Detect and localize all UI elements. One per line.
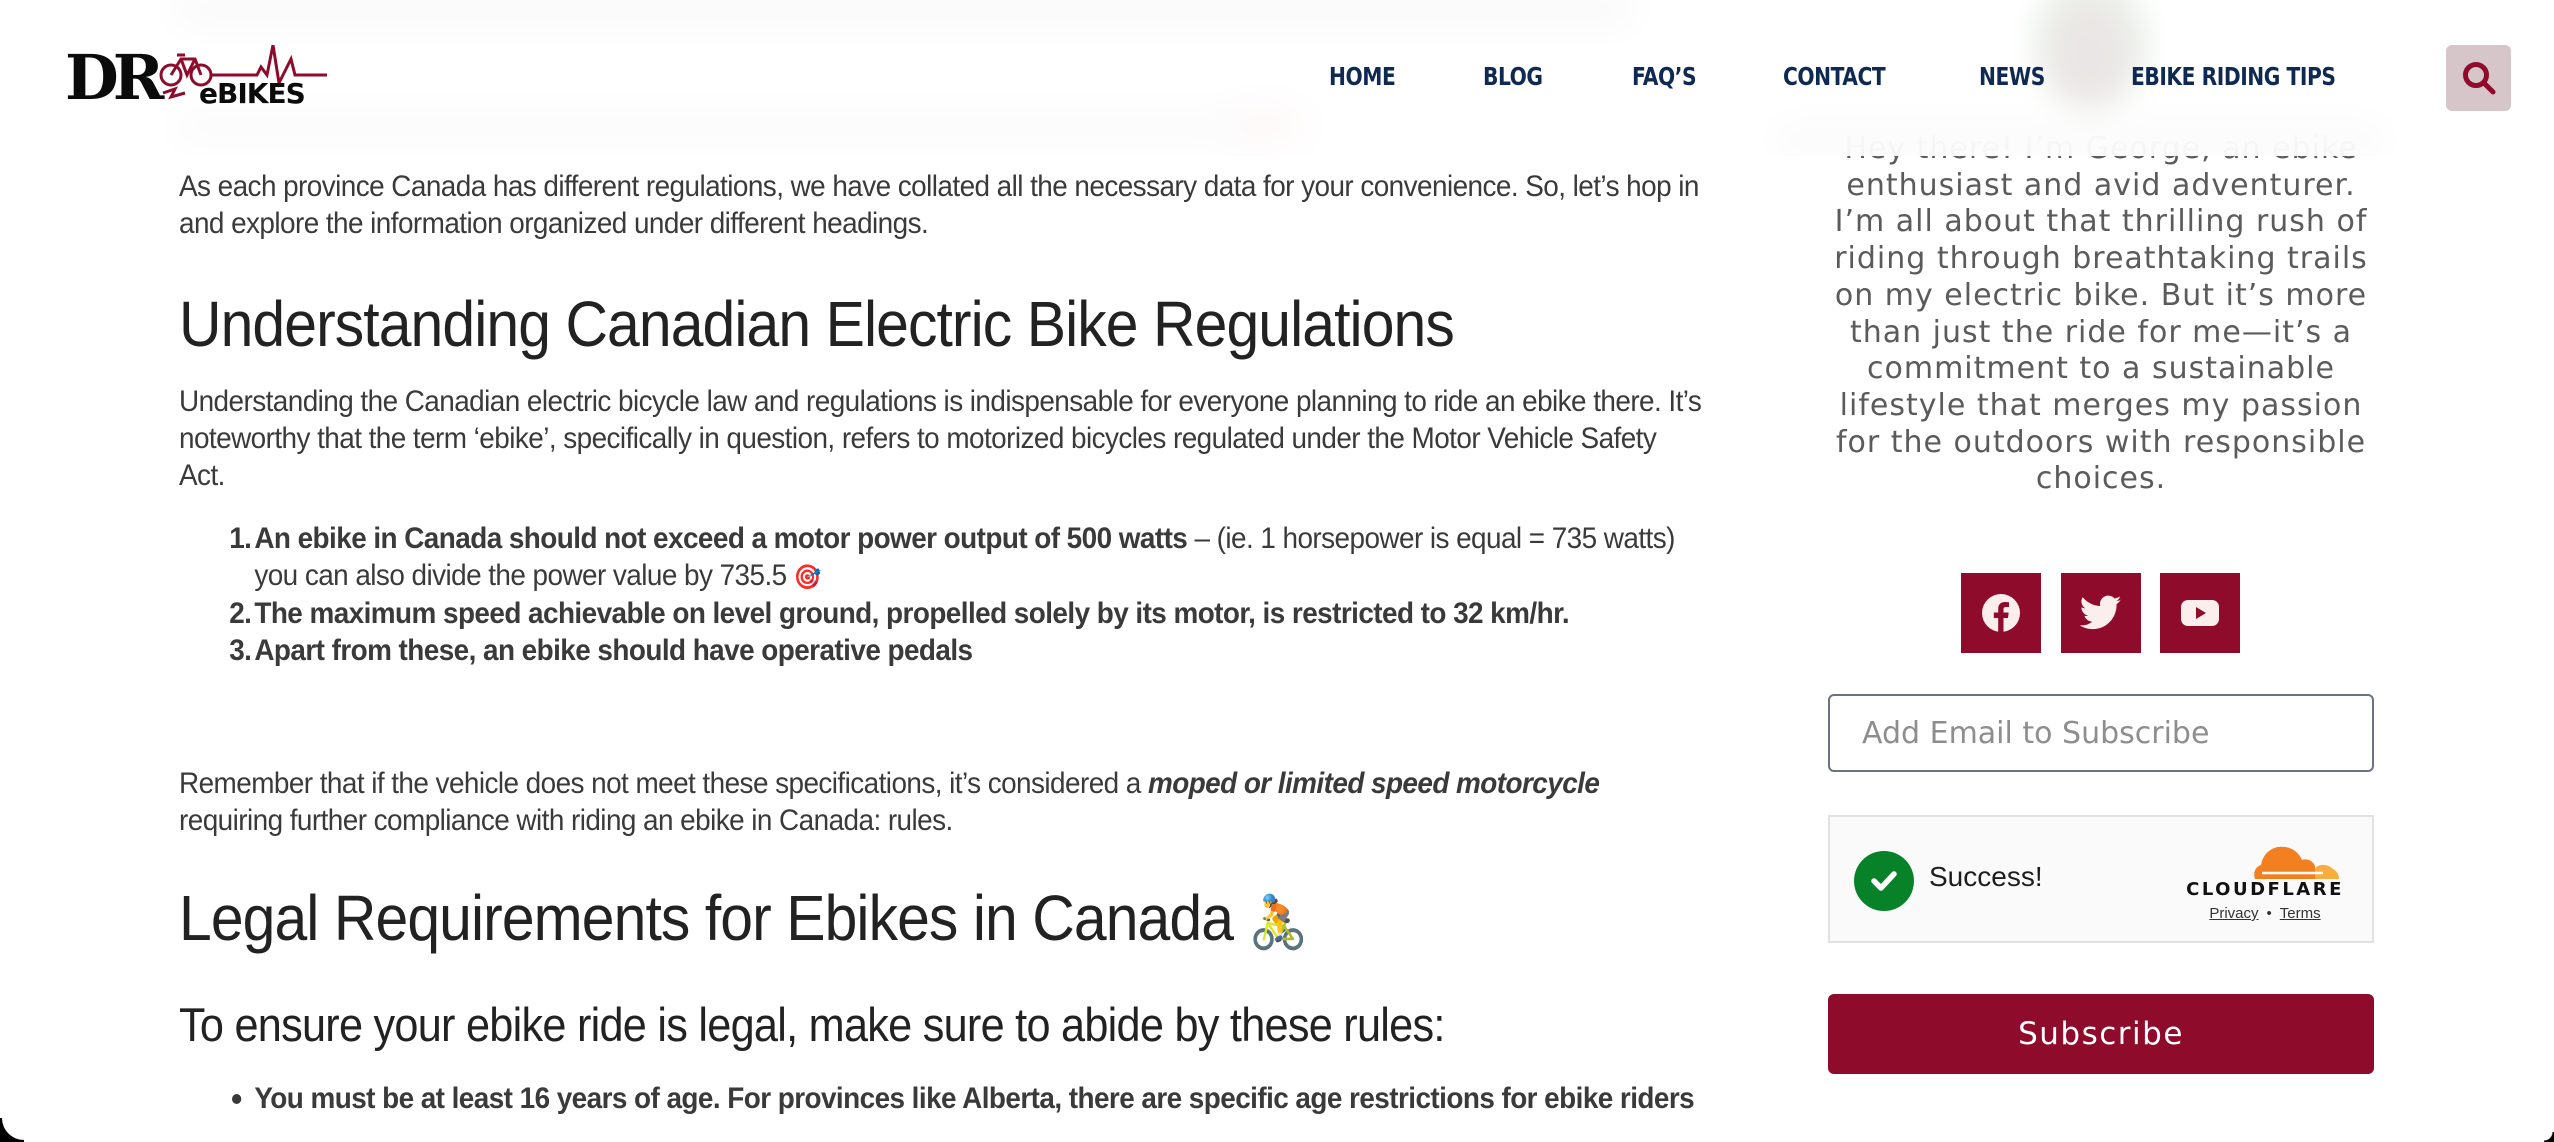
cloudflare-cloud-icon (2254, 846, 2339, 879)
facebook-icon (1982, 594, 2020, 632)
bullet-icon (232, 1094, 242, 1104)
site-logo[interactable]: DR eBIKES (65, 41, 327, 114)
section-heading-regulations: Understanding Canadian Electric Bike Reg… (179, 288, 1455, 360)
regulations-list: 1. An ebike in Canada should not exceed a… (179, 521, 1704, 669)
twitter-button[interactable] (2061, 573, 2141, 653)
youtube-icon (2181, 600, 2219, 626)
nav-contact[interactable]: CONTACT (1783, 60, 1886, 94)
email-subscribe-input[interactable] (1828, 694, 2374, 772)
privacy-link[interactable]: Privacy (2209, 905, 2258, 922)
nav-home[interactable]: HOME (1329, 60, 1396, 94)
logo-ebikes-text: eBIKES (199, 77, 306, 110)
remember-text-end: requiring further compliance with riding… (179, 804, 953, 837)
separator: • (2266, 905, 2272, 922)
nav-blog[interactable]: BLOG (1483, 60, 1543, 94)
logo-dr-text: DR (65, 41, 164, 114)
list-item-text: You must be at least 16 years of age. Fo… (254, 1082, 1695, 1115)
list-number: 1. (229, 522, 252, 555)
nav-faqs[interactable]: FAQ’S (1632, 60, 1697, 94)
youtube-button[interactable] (2160, 573, 2240, 653)
facebook-button[interactable] (1961, 573, 2041, 653)
list-number: 2. (229, 597, 252, 630)
nav-news[interactable]: NEWS (1979, 60, 2045, 94)
list-number: 3. (229, 633, 252, 667)
subscribe-button[interactable]: Subscribe (1828, 994, 2374, 1074)
list-item: 3. Apart from these, an ebike should have… (179, 633, 1704, 670)
list-item: 2. The maximum speed achievable on level … (179, 596, 1704, 633)
list-item-bold: The maximum speed achievable on level gr… (254, 597, 1570, 630)
list-item: You must be at least 16 years of age. Fo… (179, 1080, 1704, 1117)
regulations-paragraph: Understanding the Canadian electric bicy… (179, 385, 1702, 492)
intro-paragraph: As each province Canada has different re… (179, 170, 1699, 240)
remember-emphasis: moped or limited speed motorcycle (1147, 767, 1600, 800)
section-subheading: To ensure your ebike ride is legal, make… (179, 998, 1445, 1051)
list-item: 1. An ebike in Canada should not exceed a… (179, 521, 1704, 596)
requirements-list: You must be at least 16 years of age. Fo… (179, 1080, 1704, 1117)
author-bio: Hey there! I’m George, an ebike enthusia… (1834, 131, 2368, 497)
cloudflare-captcha-widget: Success! CLOUDFLARE Privacy • Terms (1828, 815, 2374, 943)
nav-ebike-riding-tips[interactable]: EBIKE RIDING TIPS (2131, 60, 2336, 94)
search-button[interactable] (2446, 45, 2511, 111)
captcha-status: Success! (1929, 861, 2043, 892)
remember-text: Remember that if the vehicle does not me… (179, 767, 1148, 800)
success-check-icon (1854, 851, 1914, 911)
cloudflare-brand: CLOUDFLARE (2186, 879, 2344, 900)
twitter-icon (2080, 595, 2122, 630)
window-frame-corner (0, 1118, 24, 1142)
search-icon (2462, 62, 2495, 95)
direct-hit-emoji-icon: 🎯 (793, 563, 822, 591)
list-item-bold: Apart from these, an ebike should have o… (254, 633, 973, 667)
cyclist-emoji-icon: 🚴 (1248, 894, 1308, 952)
list-item-bold: An ebike in Canada should not exceed a m… (254, 522, 1188, 555)
window-frame-corner (2544, 1132, 2554, 1142)
terms-link[interactable]: Terms (2280, 905, 2321, 922)
heading-text: Legal Requirements for Ebikes in Canada (179, 882, 1234, 954)
captcha-links: Privacy • Terms (2185, 905, 2345, 922)
section-heading-legal-requirements: Legal Requirements for Ebikes in Canada … (179, 880, 1308, 961)
remember-paragraph: Remember that if the vehicle does not me… (179, 765, 1704, 839)
